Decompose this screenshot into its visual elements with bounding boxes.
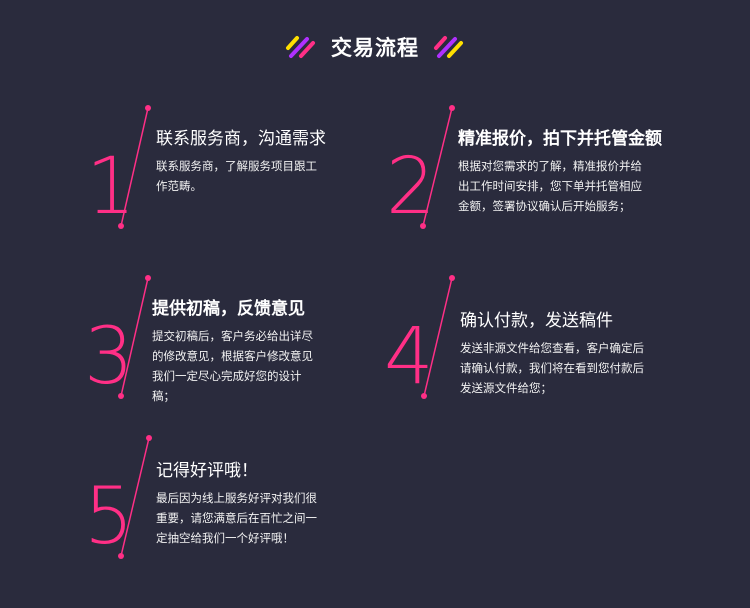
step-description: 最后因为线上服务好评对我们很重要，请您满意后在百忙之间一定抽空给我们一个好评哦！ <box>156 491 317 545</box>
stripes-decoration-icon <box>434 36 463 58</box>
step-4: 4 确认付款，发送稿件 发送非源文件给您查看，客户确定后请确认付款，我们将在看到… <box>384 274 714 434</box>
step-3: 3 提供初稿，反馈意见 提交初稿后，客户务必给出详尽的修改意见，根据客户修改意见… <box>84 274 414 434</box>
page-title: 交易流程 <box>331 36 419 60</box>
step-number: 3 <box>84 312 134 402</box>
step-description: 根据对您需求的了解，精准报价并给出工作时间安排，您下单并托管相应金额，签署协议确… <box>458 159 642 213</box>
step-heading: 精准报价，拍下并托管金额 <box>458 129 662 149</box>
page-header: 交易流程 <box>0 30 750 64</box>
step-number: 2 <box>386 142 436 232</box>
step-1: 1 联系服务商，沟通需求 联系服务商，了解服务项目跟工作范畴。 <box>84 104 414 264</box>
step-heading: 确认付款，发送稿件 <box>460 311 613 331</box>
step-description: 发送非源文件给您查看，客户确定后请确认付款，我们将在看到您付款后发送源文件给您； <box>460 341 644 395</box>
step-number: 5 <box>84 472 134 562</box>
step-number: 1 <box>86 142 136 232</box>
step-heading: 记得好评哦！ <box>156 461 258 481</box>
step-description: 提交初稿后，客户务必给出详尽的修改意见，根据客户修改意见我们一定尽心完成好您的设… <box>152 329 313 403</box>
step-description: 联系服务商，了解服务项目跟工作范畴。 <box>156 159 317 193</box>
step-2: 2 精准报价，拍下并托管金额 根据对您需求的了解，精准报价并给出工作时间安排，您… <box>386 104 716 264</box>
step-heading: 提供初稿，反馈意见 <box>152 299 305 319</box>
step-5: 5 记得好评哦！ 最后因为线上服务好评对我们很重要，请您满意后在百忙之间一定抽空… <box>84 434 414 594</box>
stripes-decoration-icon <box>286 36 315 58</box>
step-number: 4 <box>384 312 434 402</box>
step-heading: 联系服务商，沟通需求 <box>156 129 326 149</box>
